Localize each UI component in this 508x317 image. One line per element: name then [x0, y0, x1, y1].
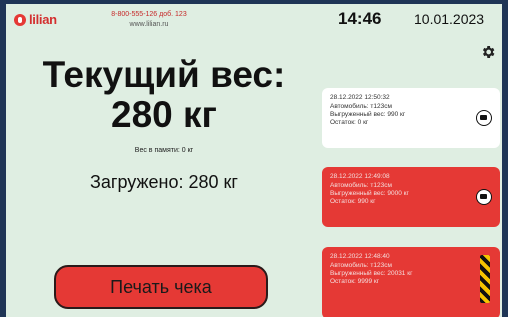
current-weight-title: Текущий вес: — [42, 54, 286, 95]
hazard-stripe-icon — [480, 255, 490, 303]
receipt-vehicle: Автомобиль: т123см — [330, 262, 392, 269]
receipt-card[interactable]: 28.12.2022 12:50:32 Автомобиль: т123см В… — [322, 88, 500, 148]
receipt-datetime: 28.12.2022 12:48:40 — [330, 253, 390, 260]
receipt-datetime: 28.12.2022 12:50:32 — [330, 94, 390, 101]
logo-icon — [14, 13, 26, 26]
printer-icon[interactable] — [476, 110, 492, 126]
phone-number: 8-800-555-126 доб. 123 — [111, 11, 187, 18]
gear-icon[interactable] — [480, 44, 496, 60]
receipt-unloaded: Выгруженный вес: 9000 кг — [330, 190, 409, 197]
receipt-vehicle: Автомобиль: т123см — [330, 103, 392, 110]
logo: lilian — [14, 12, 57, 27]
receipt-card[interactable]: 28.12.2022 12:49:08 Автомобиль: т123см В… — [322, 167, 500, 227]
receipt-vehicle: Автомобиль: т123см — [330, 182, 392, 189]
printer-icon[interactable] — [476, 189, 492, 205]
receipt-datetime: 28.12.2022 12:49:08 — [330, 173, 390, 180]
memory-weight: Вес в памяти: 0 кг — [134, 147, 194, 154]
clock-time: 14:46 — [338, 9, 382, 28]
website: www.lilian.ru — [129, 21, 169, 28]
print-receipt-button[interactable]: Печать чека — [54, 265, 268, 309]
top-bar: lilian 8-800-555-126 доб. 123 www.lilian… — [6, 4, 502, 34]
contacts: 8-800-555-126 доб. 123 www.lilian.ru — [104, 10, 194, 30]
receipt-remaining: Остаток: 9999 кг — [330, 278, 380, 285]
receipt-unloaded: Выгруженный вес: 20031 кг — [330, 270, 413, 277]
print-receipt-label: Печать чека — [110, 276, 212, 297]
receipt-remaining: Остаток: 0 кг — [330, 119, 369, 126]
receipt-card[interactable]: 28.12.2022 12:48:40 Автомобиль: т123см В… — [322, 247, 500, 317]
loaded-weight: Загружено: 280 кг — [90, 172, 238, 192]
current-weight-value: 280 кг — [111, 94, 217, 135]
logo-text: lilian — [29, 12, 57, 27]
receipt-unloaded: Выгруженный вес: 990 кг — [330, 111, 406, 118]
app-screen: lilian 8-800-555-126 доб. 123 www.lilian… — [6, 4, 502, 317]
receipt-remaining: Остаток: 990 кг — [330, 198, 376, 205]
clock-date: 10.01.2023 — [414, 11, 485, 27]
